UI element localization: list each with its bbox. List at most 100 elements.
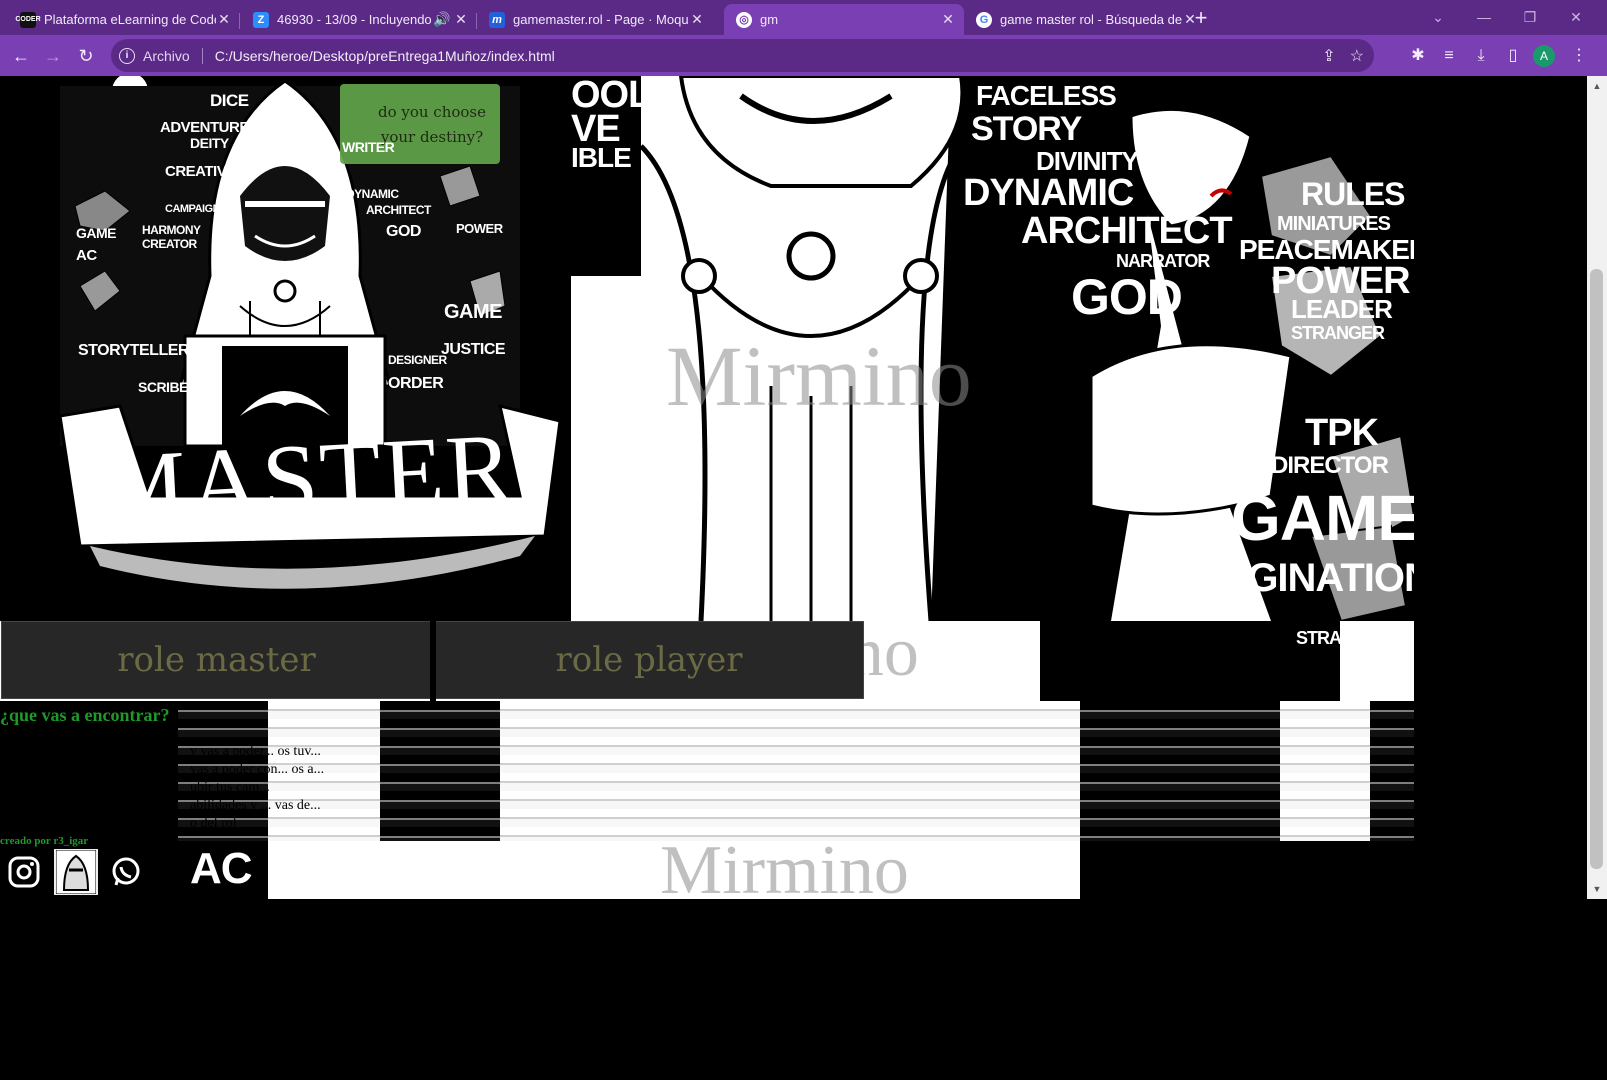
tab-moqups[interactable]: m gamemaster.rol - Page · Moqups ✕ [477,4,713,35]
download-icon[interactable]: ⤓ [1468,43,1494,69]
tab-google[interactable]: G game master rol - Búsqueda de G ✕ [964,4,1206,35]
art-word: DICE [210,91,249,110]
role-buttons-strip: Mirmino STRANGER role master role player [0,621,1414,701]
zoomed-art-word: MINIATURES [1277,213,1391,235]
tab-coderhouse[interactable]: CODER Plataforma eLearning de Coderho ✕ [8,4,240,35]
info-icon[interactable]: i [119,47,135,64]
master-title: MASTER [94,412,518,545]
new-tab-button[interactable]: + [1188,6,1214,32]
page-viewport: do you choose your destiny? DICE ADVENTU… [0,76,1587,899]
tab-gm[interactable]: ◎ gm ✕ [724,4,964,35]
address-scheme: Archivo [143,47,190,64]
echo-art-word: REFEREE [404,847,502,872]
tab-title: gamemaster.rol - Page · Moqups [513,12,689,27]
background-art-echo [1080,841,1414,899]
zoomed-art-word: DIVINITY [1036,146,1139,176]
side-panel-icon[interactable]: ▯ [1500,43,1526,69]
tab-separator [239,13,240,29]
close-tab-icon[interactable]: ✕ [216,11,232,28]
extensions-icon[interactable]: ✱ [1405,43,1431,69]
bookmark-star-icon[interactable]: ☆ [1350,46,1364,66]
scroll-down-arrow[interactable]: ▼ [1591,884,1603,894]
tab-title: Plataforma eLearning de Coderho [44,12,216,27]
scrollbar-thumb[interactable] [1590,269,1603,869]
art-word: DESIGNER [388,353,447,367]
html-file-icon: ◎ [736,11,752,28]
address-actions: ⇪ ☆ [1322,46,1364,66]
vertical-scrollbar[interactable]: ▲ ▼ [1587,76,1607,899]
back-icon[interactable]: ← [8,43,34,69]
zoomed-art-word: NARRATOR [1116,251,1210,271]
info-line: y vas a poder... os tuv... [190,744,321,759]
close-tab-icon[interactable]: ✕ [689,11,705,28]
address-url[interactable]: C:/Users/heroe/Desktop/preEntrega1Muñoz/… [215,48,555,64]
info-line: abilidades y ... vas de... [190,798,321,813]
profile-link[interactable] [54,849,98,895]
art-word: ORDER [388,375,444,392]
role-master-button[interactable]: role master [1,621,432,699]
game-master-artwork-zoomed: OOL VE IBLE FACELESS STORY DIVINITY DYNA… [571,76,1414,621]
zoomed-art-word: STORY [971,110,1082,148]
empty-page-area [0,899,1607,1080]
art-word: CREATOR [142,237,197,251]
close-tab-icon[interactable]: ✕ [940,11,956,28]
address-bar[interactable]: i Archivo C:/Users/heroe/Desktop/preEntr… [111,39,1374,72]
art-word: STORYTELLER [78,342,189,359]
art-word: GAME [76,225,117,241]
instagram-link[interactable] [2,849,46,895]
info-section: AC REFEREE Mirmino ¿que vas a encontrar?… [0,701,1414,899]
close-tab-icon[interactable]: ✕ [453,11,469,28]
art-word: JUSTICE [441,341,506,358]
whatsapp-icon [112,857,140,886]
tab-search-icon[interactable]: ⌄ [1418,4,1458,30]
info-body: y vas a poder... os tuv... vas a poder c… [190,743,490,833]
media-control-icon[interactable]: ≡ [1436,43,1462,69]
zoomed-art-word: RULES [1301,176,1405,212]
whatsapp-link[interactable] [104,849,148,895]
zoomed-art-word: STRANGER [1296,628,1390,648]
google-icon: G [976,11,992,28]
minimize-button[interactable]: — [1464,4,1504,30]
zoomed-art-word: GOD [1071,269,1183,325]
profile-avatar[interactable]: A [1533,45,1555,67]
info-line: o del rol [190,816,237,831]
author-credit: creado por r3_igar [0,835,89,847]
button-divider [430,621,436,701]
speaker-icon[interactable]: 🔊 [431,11,453,28]
close-window-button[interactable]: ✕ [1556,4,1596,30]
zoomed-art-word: LEADER [1291,294,1393,324]
zoomed-art-word: ARCHITECT [1021,210,1233,252]
share-icon[interactable]: ⇪ [1322,46,1335,66]
art-word: POWER [456,221,503,236]
moqups-icon: m [489,11,505,28]
art-word: DEITY [190,135,229,151]
forward-icon[interactable]: → [40,43,66,69]
zoomed-art-word: TPK [1305,412,1379,454]
art-word: GAME [444,301,503,323]
info-line: vas a poder con... os a... [190,762,325,777]
zoomed-art-word: DYNAMIC [963,172,1134,214]
watermark: Mirmino [660,832,909,899]
restore-button[interactable]: ❐ [1510,4,1550,30]
art-word: CAMPAIGN [165,203,221,215]
info-heading: ¿que vas a encontrar? [0,705,170,725]
profile-avatar-icon [56,850,96,894]
zoomed-art-word: GAME [1231,482,1414,554]
zoomed-art-word: DIRECTOR [1271,452,1389,479]
tab-title: 46930 - 13/09 - Incluyendo C [277,12,431,27]
coder-icon: CODER [15,11,41,28]
instagram-icon [8,856,40,888]
address-divider [201,47,203,64]
art-word: AC [76,247,97,264]
art-word: GOD [386,223,421,240]
tab-zoom[interactable]: Z 46930 - 13/09 - Incluyendo C 🔊 ✕ [241,4,477,35]
reload-icon[interactable]: ↻ [73,43,99,69]
art-word: ARCHITECT [366,203,431,217]
menu-kebab-icon[interactable]: ⋮ [1566,43,1592,69]
scroll-up-arrow[interactable]: ▲ [1591,81,1603,91]
role-player-button[interactable]: role player [434,621,864,699]
art-word: CREATIVE [165,163,236,180]
zoomed-art-word: FACELESS [976,80,1117,111]
info-line: ubir tus cam... [190,780,270,795]
art-word: WRITER [342,139,395,155]
